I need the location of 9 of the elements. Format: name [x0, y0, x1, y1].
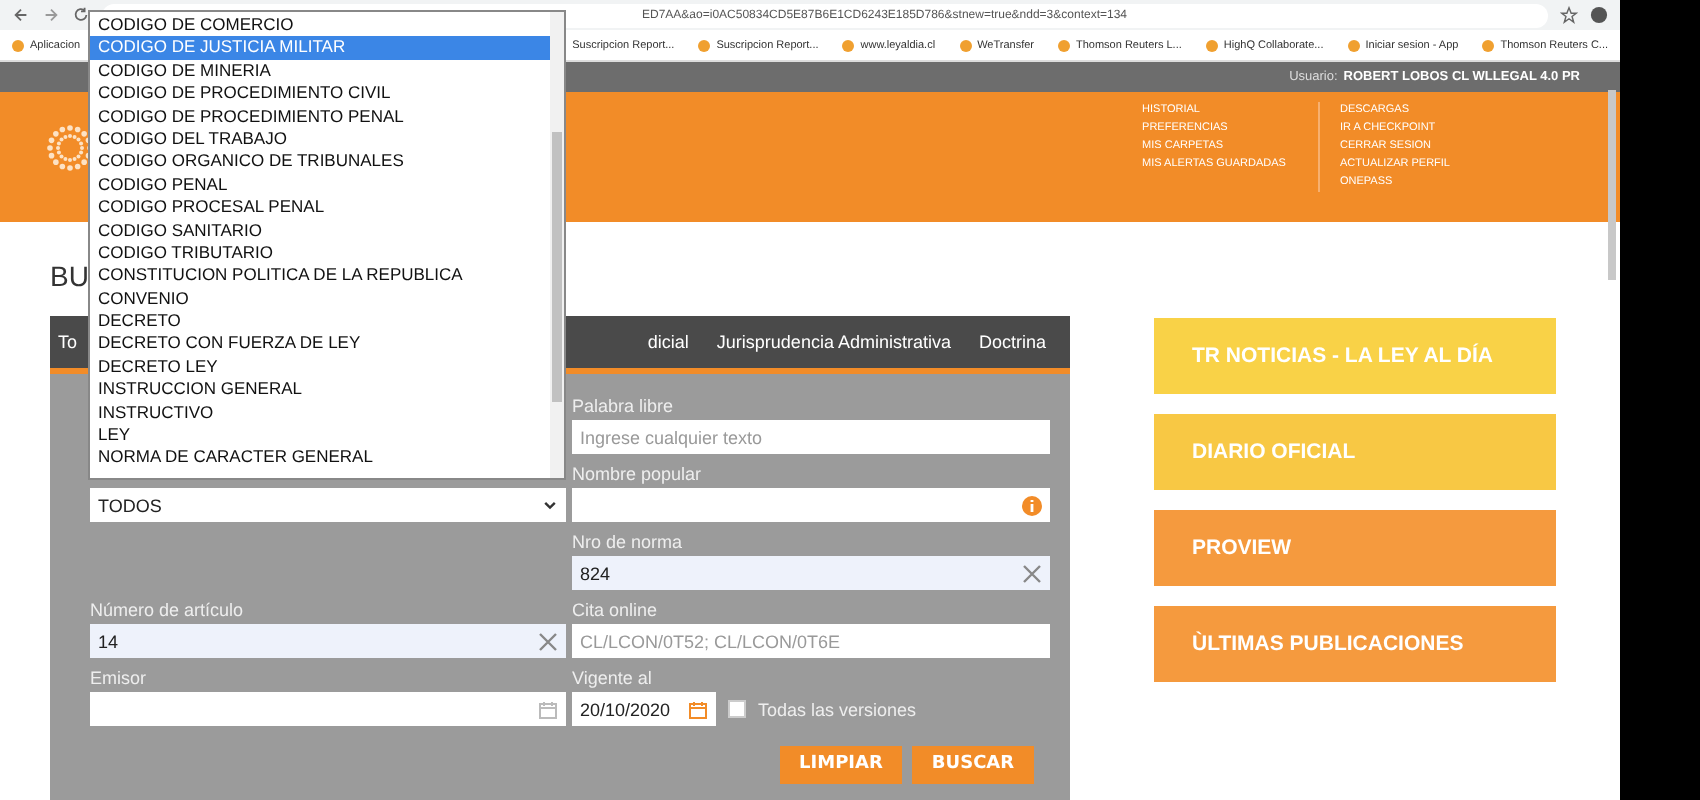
field-label: Cita online	[572, 598, 660, 624]
field-label: Nombre popular	[572, 462, 704, 488]
page-title: BU	[50, 259, 89, 291]
field-label: Emisor	[90, 666, 149, 692]
checkbox-label: Todas las versiones	[758, 699, 917, 719]
field-label: Nro de norma	[572, 530, 685, 556]
field-label: Palabra libre	[572, 394, 676, 420]
field-label: Número de artículo	[90, 598, 246, 624]
field-label: Vigente al	[572, 666, 654, 692]
